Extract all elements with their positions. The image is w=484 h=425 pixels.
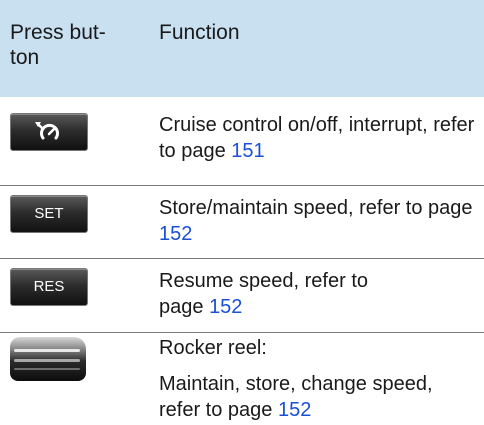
- table-row: Rocker reel: Maintain, store, change spe…: [0, 333, 484, 425]
- page-link[interactable]: 152: [209, 296, 242, 318]
- function-description: Cruise control on/off, interrupt, refer …: [159, 114, 475, 162]
- button-cell: RES: [10, 268, 90, 306]
- function-text: Store/maintain speed, refer to page 152: [159, 195, 479, 247]
- function-table: Press but- ton Function Cruise control o…: [0, 0, 484, 425]
- page-link[interactable]: 152: [278, 399, 311, 421]
- function-description: Resume speed, refer to page: [159, 270, 368, 318]
- header-press-button: Press but- ton: [10, 20, 130, 70]
- function-description: Store/maintain speed, refer to page: [159, 197, 473, 219]
- page-link[interactable]: 152: [159, 223, 192, 245]
- set-button: SET: [10, 195, 88, 233]
- button-cell: [10, 337, 90, 381]
- table-header: Press but- ton Function: [0, 0, 484, 97]
- res-button: RES: [10, 268, 88, 306]
- table-row: Cruise control on/off, interrupt, refer …: [0, 97, 484, 185]
- function-text: Rocker reel: Maintain, store, change spe…: [159, 335, 479, 423]
- button-cell: SET: [10, 195, 90, 233]
- cruise-control-icon: [35, 122, 59, 140]
- button-cell: [10, 113, 90, 151]
- header-press-button-line1: Press but-: [10, 21, 106, 44]
- function-text: Resume speed, refer to page 152: [159, 268, 399, 320]
- cruise-control-button: [10, 113, 88, 151]
- header-function: Function: [159, 21, 240, 44]
- rocker-reel-icon: [10, 337, 86, 381]
- function-title: Rocker reel:: [159, 337, 267, 359]
- page-link[interactable]: 151: [231, 140, 264, 162]
- table-row: RES Resume speed, refer to page 152: [0, 259, 484, 332]
- function-text: Cruise control on/off, interrupt, refer …: [159, 112, 479, 164]
- table-row: SET Store/maintain speed, refer to page …: [0, 186, 484, 258]
- header-press-button-line2: ton: [10, 46, 40, 69]
